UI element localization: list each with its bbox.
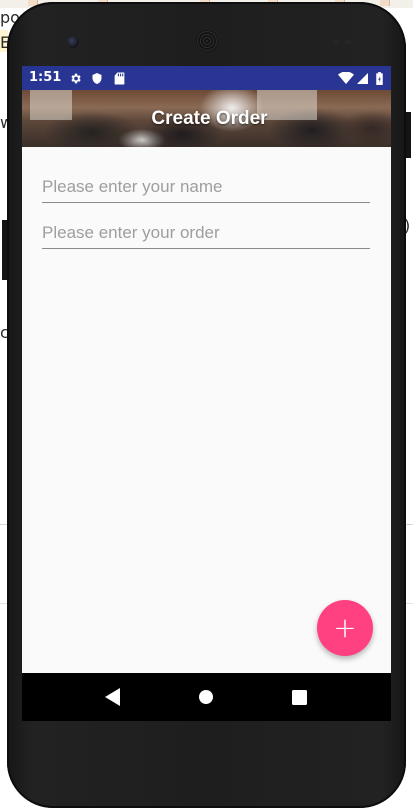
volume-button[interactable]	[2, 220, 7, 280]
status-time: 1:51	[29, 70, 62, 85]
home-button[interactable]	[181, 673, 231, 721]
battery-icon	[375, 71, 383, 85]
recents-icon	[291, 689, 307, 705]
earpiece-speaker	[196, 30, 218, 52]
shield-icon	[90, 71, 104, 85]
app-screen: 1:51 Create Order +	[22, 66, 391, 721]
proximity-sensor	[333, 40, 339, 44]
page-title: Create Order	[151, 107, 268, 129]
sd-card-icon	[113, 71, 125, 85]
app-bar: Create Order	[22, 90, 391, 147]
desktop-tab-marker	[380, 0, 390, 6]
proximity-sensor	[345, 40, 351, 44]
order-input[interactable]	[42, 218, 370, 249]
front-camera	[67, 36, 79, 48]
plus-icon: +	[333, 611, 357, 644]
home-icon	[199, 690, 213, 704]
power-button[interactable]	[406, 112, 411, 158]
status-bar: 1:51	[22, 66, 391, 90]
signal-icon	[356, 71, 368, 85]
back-icon	[105, 688, 120, 706]
back-button[interactable]	[88, 673, 138, 721]
add-order-button[interactable]: +	[317, 600, 373, 656]
recents-button[interactable]	[274, 673, 324, 721]
name-input[interactable]	[42, 172, 370, 203]
gear-icon	[68, 71, 82, 85]
wifi-icon	[338, 71, 354, 85]
navigation-bar	[22, 673, 391, 721]
